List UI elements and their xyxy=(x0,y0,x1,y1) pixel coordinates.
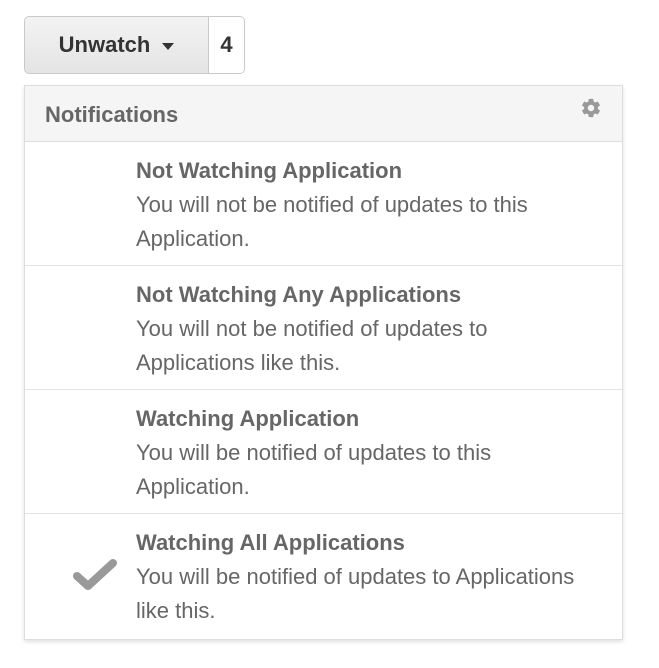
unwatch-dropdown-button[interactable]: Unwatch xyxy=(25,17,209,73)
menu-item-not-watching-any-applications[interactable]: Not Watching Any Applications You will n… xyxy=(25,266,622,390)
checkmark-icon xyxy=(73,559,117,590)
caret-down-icon xyxy=(162,42,175,50)
menu-item-description: You will not be notified of updates to A… xyxy=(136,316,488,375)
menu-item-description: You will be notified of updates to Appli… xyxy=(136,564,575,623)
menu-item-watching-all-applications[interactable]: Watching All Applications You will be no… xyxy=(25,514,622,639)
notifications-menu: Notifications Not Watching Application Y… xyxy=(24,85,623,640)
menu-item-title: Watching All Applications xyxy=(136,530,405,555)
watch-button-group: Unwatch 4 xyxy=(24,16,245,74)
notifications-menu-header: Notifications xyxy=(25,86,622,142)
menu-item-title: Not Watching Application xyxy=(136,158,403,183)
menu-item-description: You will not be notified of updates to t… xyxy=(136,192,528,251)
menu-item-watching-application[interactable]: Watching Application You will be notifie… xyxy=(25,390,622,514)
menu-item-title: Not Watching Any Applications xyxy=(136,282,462,307)
menu-item-title: Watching Application xyxy=(136,406,360,431)
menu-item-not-watching-application[interactable]: Not Watching Application You will not be… xyxy=(25,142,622,266)
notifications-menu-title: Notifications xyxy=(45,102,179,127)
menu-item-description: You will be notified of updates to this … xyxy=(136,440,492,499)
gear-icon[interactable] xyxy=(580,97,602,119)
watcher-count[interactable]: 4 xyxy=(209,17,244,73)
unwatch-button-label: Unwatch xyxy=(58,32,151,57)
